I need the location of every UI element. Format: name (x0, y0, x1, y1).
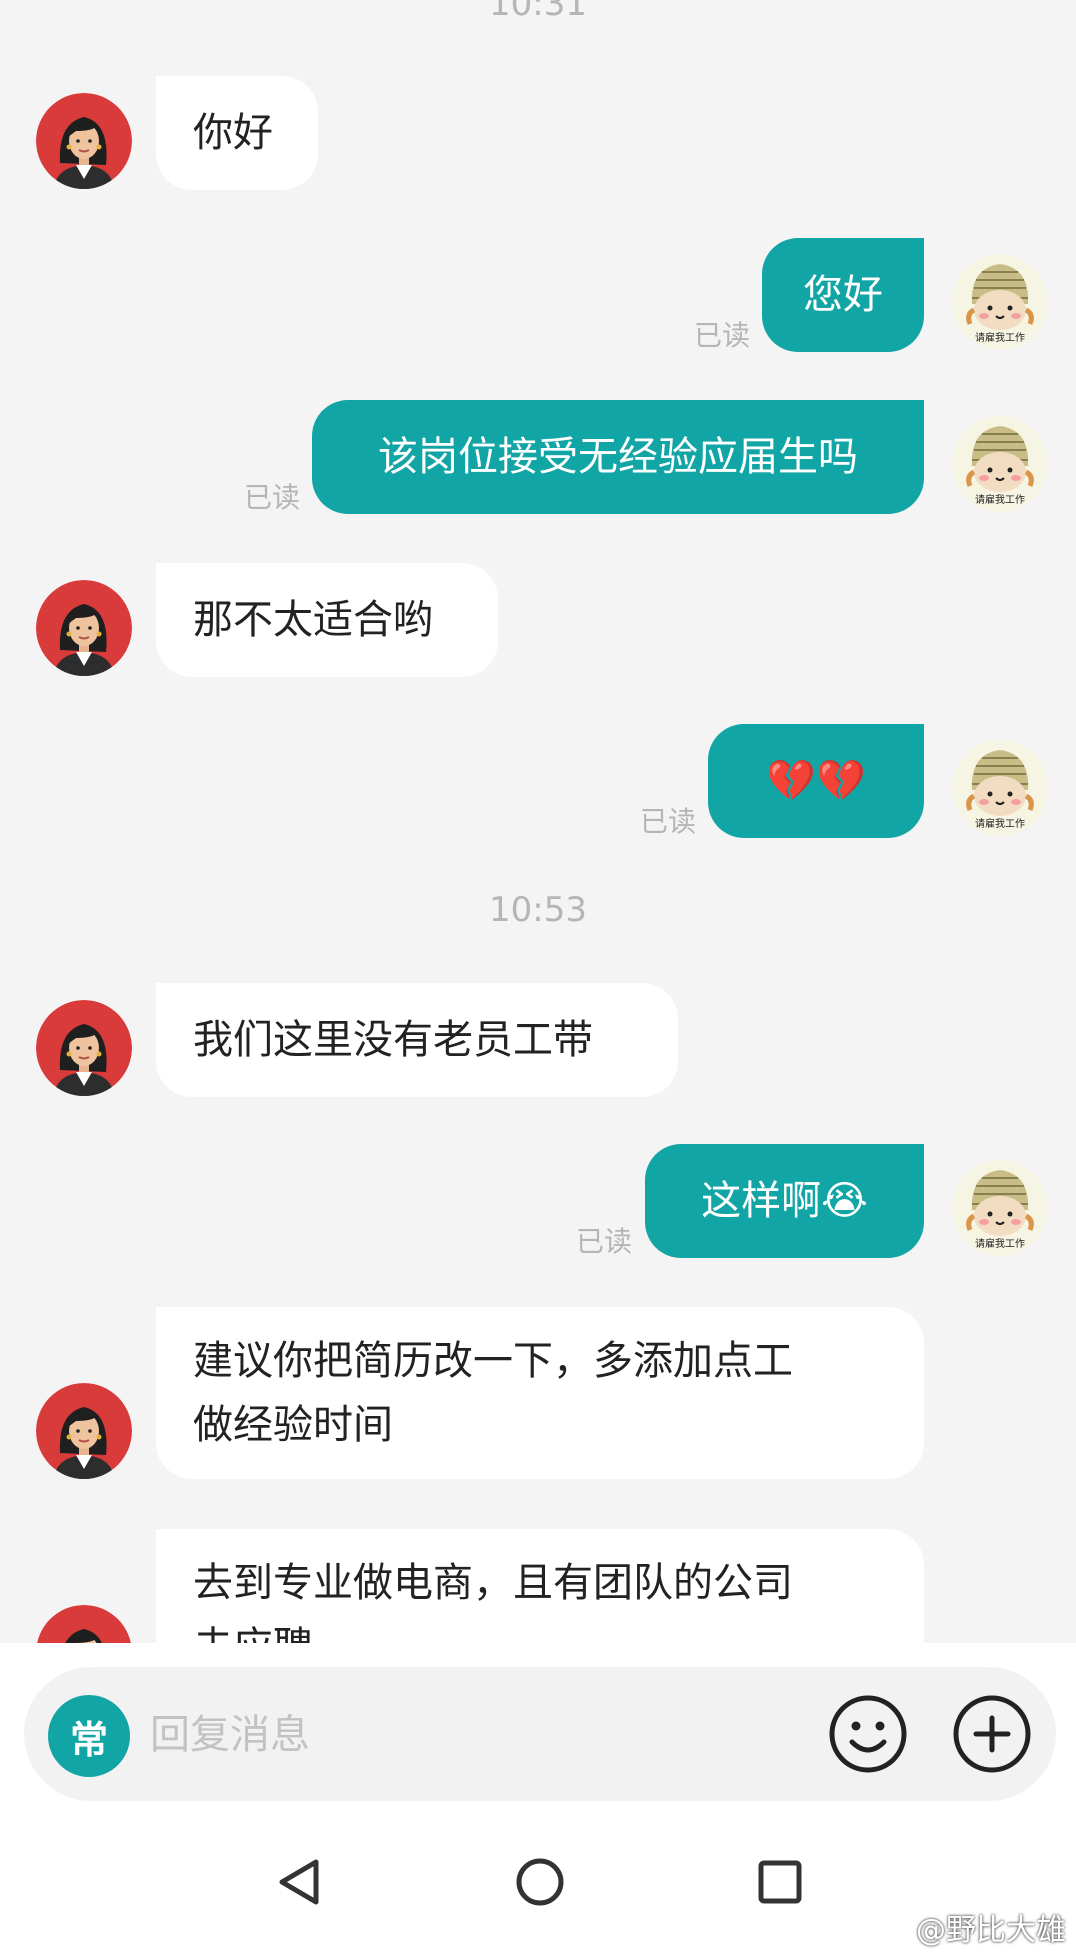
message-text-line-1: 去到专业做电商，且有团队的公司 (193, 1560, 793, 1606)
message-text-line-1: 建议你把简历改一下，多添加点工 (193, 1338, 793, 1384)
incoming-message[interactable]: 那不太适合哟 (156, 563, 498, 677)
contact-avatar[interactable] (36, 580, 132, 676)
woman-avatar-icon (37, 1605, 131, 1643)
smiley-icon (829, 1695, 907, 1773)
broken-heart-icon: 💔💔 (766, 758, 866, 804)
more-button[interactable] (952, 1694, 1032, 1774)
contact-avatar[interactable] (36, 1000, 132, 1096)
recents-button[interactable] (750, 1852, 810, 1912)
circle-home-icon (516, 1858, 564, 1906)
quick-reply-button[interactable]: 常 (48, 1695, 130, 1777)
svg-text:请雇我工作: 请雇我工作 (975, 817, 1025, 830)
self-avatar[interactable]: 请雇我工作 (952, 254, 1048, 350)
outgoing-message[interactable]: 该岗位接受无经验应届生吗 (312, 400, 924, 514)
reply-input[interactable] (148, 1702, 692, 1768)
contact-avatar[interactable] (36, 1383, 132, 1479)
message-text: 该岗位接受无经验应届生吗 (378, 434, 858, 480)
outgoing-message[interactable]: 💔💔 (708, 724, 924, 838)
self-avatar[interactable]: 请雇我工作 (952, 1160, 1048, 1256)
outgoing-message[interactable]: 您好 (762, 238, 924, 352)
read-status: 已读 (639, 805, 696, 838)
cartoon-avatar-icon: 请雇我工作 (952, 254, 1048, 350)
incoming-message[interactable]: 去到专业做电商，且有团队的公司 去应聘 (156, 1529, 924, 1643)
svg-text:请雇我工作: 请雇我工作 (975, 1237, 1025, 1250)
svg-text:请雇我工作: 请雇我工作 (975, 331, 1025, 344)
cartoon-avatar-icon: 请雇我工作 (952, 1160, 1048, 1256)
crying-face-icon: 😭 (821, 1178, 868, 1224)
home-button[interactable] (510, 1852, 570, 1912)
read-status: 已读 (575, 1225, 632, 1258)
svg-text:请雇我工作: 请雇我工作 (975, 493, 1025, 506)
chat-area[interactable]: 10:31 你好 已读 您好 请雇我工作 已读 该岗位接受无经验应届生吗 请雇我… (0, 0, 1076, 1643)
woman-avatar-icon (36, 580, 132, 676)
read-status: 已读 (243, 481, 300, 514)
self-avatar[interactable]: 请雇我工作 (952, 740, 1048, 836)
message-text: 您好 (803, 272, 883, 318)
message-text: 你好 (193, 110, 273, 156)
message-text: 我们这里没有老员工带 (193, 1017, 593, 1063)
triangle-back-icon (279, 1859, 319, 1905)
cartoon-avatar-icon: 请雇我工作 (952, 740, 1048, 836)
message-input-box[interactable]: 常 (24, 1667, 1056, 1801)
timestamp-top: 10:31 (489, 0, 587, 24)
emoji-button[interactable] (828, 1694, 908, 1774)
square-recents-icon (758, 1860, 802, 1904)
watermark-text: @野比大雄 (916, 1913, 1066, 1948)
back-button[interactable] (270, 1852, 330, 1912)
incoming-message[interactable]: 建议你把简历改一下，多添加点工 做经验时间 (156, 1307, 924, 1479)
cartoon-avatar-icon: 请雇我工作 (952, 416, 1048, 512)
woman-avatar-icon (36, 93, 132, 189)
incoming-message[interactable]: 我们这里没有老员工带 (156, 983, 678, 1097)
message-text: 那不太适合哟 (193, 597, 433, 643)
message-text: 这样啊 (701, 1178, 822, 1224)
self-avatar[interactable]: 请雇我工作 (952, 416, 1048, 512)
outgoing-message[interactable]: 这样啊 😭 (645, 1144, 924, 1258)
woman-avatar-icon (36, 1000, 132, 1096)
contact-avatar[interactable] (36, 93, 132, 189)
watermark: @野比大雄 (872, 1905, 1066, 1949)
timestamp-middle: 10:53 (489, 890, 587, 930)
message-text-line-2: 去应聘 (193, 1615, 313, 1643)
read-status: 已读 (693, 319, 750, 352)
woman-avatar-icon (36, 1383, 132, 1479)
weibo-logo-icon (872, 1913, 910, 1943)
plus-circle-icon (953, 1695, 1031, 1773)
message-input-bar: 常 (0, 1643, 1076, 1810)
incoming-message[interactable]: 你好 (156, 76, 318, 190)
message-text-line-2: 做经验时间 (193, 1402, 393, 1448)
contact-avatar[interactable] (36, 1605, 132, 1643)
